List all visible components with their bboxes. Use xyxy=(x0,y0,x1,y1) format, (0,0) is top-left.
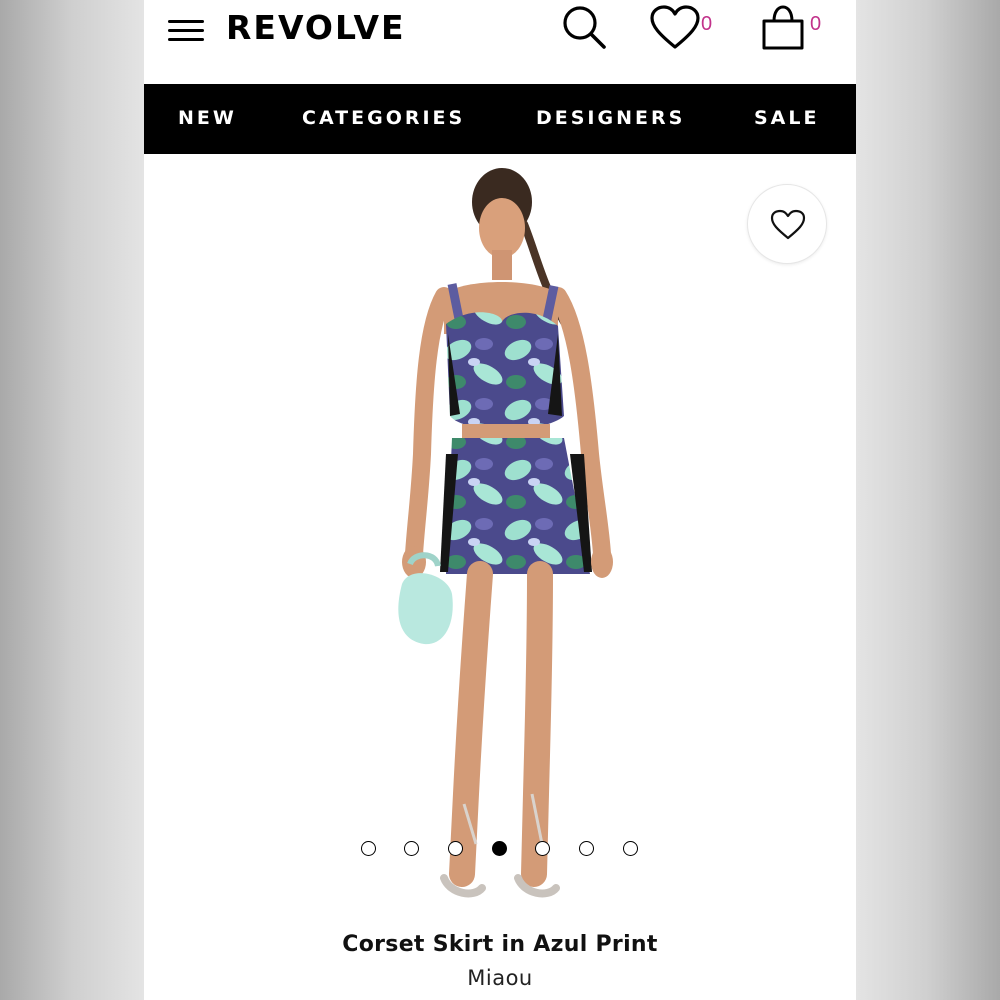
nav-item-designers[interactable]: DESIGNERS xyxy=(536,107,685,129)
model-photo xyxy=(398,168,613,898)
pagination-dot[interactable] xyxy=(535,841,551,856)
pagination-dot[interactable] xyxy=(447,841,463,856)
site-header: REVOLVE 0 0 xyxy=(144,0,856,84)
background-right xyxy=(856,0,1000,1000)
nav-item-new[interactable]: NEW xyxy=(178,107,237,129)
pagination-dot[interactable] xyxy=(622,841,638,856)
product-brand[interactable]: Miaou xyxy=(144,966,856,990)
pagination-dot[interactable] xyxy=(491,841,507,856)
add-to-wishlist-button[interactable] xyxy=(747,184,827,264)
heart-icon xyxy=(770,209,806,240)
search-icon[interactable] xyxy=(560,2,610,52)
shopping-bag-icon[interactable] xyxy=(758,4,808,52)
nav-item-categories[interactable]: CATEGORIES xyxy=(302,107,465,129)
background-left xyxy=(0,0,144,1000)
menu-icon[interactable] xyxy=(166,18,206,42)
pagination-dot[interactable] xyxy=(404,841,420,856)
site-logo[interactable]: REVOLVE xyxy=(226,8,406,47)
pagination-dot[interactable] xyxy=(360,841,376,856)
bag-count: 0 xyxy=(810,13,822,35)
main-nav: NEW CATEGORIES DESIGNERS SALE xyxy=(144,84,856,154)
image-pagination xyxy=(144,840,856,860)
nav-item-sale[interactable]: SALE xyxy=(754,107,819,129)
wishlist-heart-icon[interactable] xyxy=(649,4,701,52)
app-screen: REVOLVE 0 0 NEW CATEGORIES DESIGNERS SAL… xyxy=(144,0,856,1000)
pagination-dot[interactable] xyxy=(579,841,594,856)
product-title: Corset Skirt in Azul Print xyxy=(342,932,658,957)
wishlist-count: 0 xyxy=(701,13,713,35)
product-image[interactable] xyxy=(144,154,856,916)
